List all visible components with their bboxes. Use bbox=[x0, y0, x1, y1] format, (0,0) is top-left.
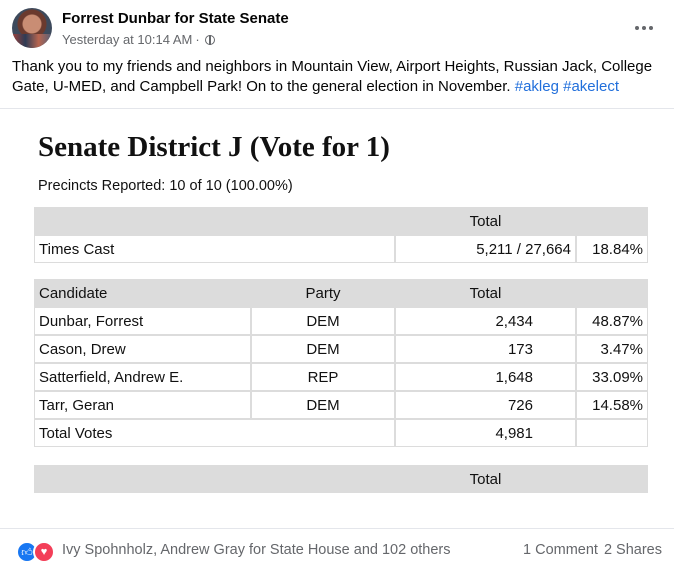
love-icon[interactable]: ♥ bbox=[33, 541, 55, 563]
hashtag-akleg[interactable]: #akleg bbox=[515, 78, 559, 95]
total-votes-value: 4,981 bbox=[395, 419, 576, 447]
total-votes-label: Total Votes bbox=[34, 419, 395, 447]
bottom-total-header: Total bbox=[395, 465, 576, 493]
globe-icon[interactable] bbox=[204, 34, 215, 45]
candidate-party: DEM bbox=[251, 335, 395, 363]
engagement-counts: 1 Comment 2 Shares bbox=[523, 542, 662, 558]
results-title: Senate District J (Vote for 1) bbox=[38, 131, 390, 163]
times-cast-row: Times Cast 5,211 / 27,664 18.84% bbox=[34, 235, 648, 263]
post-text: Thank you to my friends and neighbors in… bbox=[12, 57, 662, 97]
party-header: Party bbox=[251, 279, 395, 307]
times-cast-header-row: Total bbox=[34, 207, 648, 235]
meta-separator: · bbox=[195, 32, 200, 47]
post-header: Forrest Dunbar for State Senate Yesterda… bbox=[12, 8, 662, 52]
candidate-total: 726 bbox=[395, 391, 576, 419]
candidate-name: Cason, Drew bbox=[34, 335, 251, 363]
candidate-percent: 3.47% bbox=[576, 335, 648, 363]
table-row: Cason, Drew DEM 173 3.47% bbox=[34, 335, 648, 363]
candidate-party: DEM bbox=[251, 391, 395, 419]
candidates-table: Candidate Party Total Dunbar, Forrest DE… bbox=[34, 279, 648, 447]
times-cast-total-header: Total bbox=[395, 207, 576, 235]
candidate-party: DEM bbox=[251, 307, 395, 335]
total-header: Total bbox=[395, 279, 576, 307]
table-row: Satterfield, Andrew E. REP 1,648 33.09% bbox=[34, 363, 648, 391]
candidates-header-row: Candidate Party Total bbox=[34, 279, 648, 307]
candidate-party: REP bbox=[251, 363, 395, 391]
total-votes-row: Total Votes 4,981 bbox=[34, 419, 648, 447]
candidate-total: 173 bbox=[395, 335, 576, 363]
times-cast-value: 5,211 / 27,664 bbox=[395, 235, 576, 263]
reaction-names[interactable]: Ivy Spohnholz, Andrew Gray for State Hou… bbox=[62, 542, 451, 558]
bottom-table: Total bbox=[34, 465, 648, 493]
candidate-name: Satterfield, Andrew E. bbox=[34, 363, 251, 391]
share-count[interactable]: 2 Shares bbox=[604, 542, 662, 558]
post-timestamp[interactable]: Yesterday at 10:14 AM bbox=[62, 32, 192, 47]
precincts-reported: Precincts Reported: 10 of 10 (100.00%) bbox=[38, 178, 293, 194]
author-name[interactable]: Forrest Dunbar for State Senate bbox=[62, 10, 289, 27]
times-cast-percent: 18.84% bbox=[576, 235, 648, 263]
post-meta: Yesterday at 10:14 AM · bbox=[62, 32, 215, 47]
bottom-header-row: Total bbox=[34, 465, 648, 493]
comment-count[interactable]: 1 Comment bbox=[523, 542, 598, 558]
table-row: Dunbar, Forrest DEM 2,434 48.87% bbox=[34, 307, 648, 335]
more-options-icon[interactable] bbox=[626, 10, 662, 46]
author-avatar[interactable] bbox=[12, 8, 52, 48]
times-cast-label: Times Cast bbox=[34, 235, 395, 263]
candidate-header: Candidate bbox=[34, 279, 251, 307]
table-row: Tarr, Geran DEM 726 14.58% bbox=[34, 391, 648, 419]
times-cast-table: Total Times Cast 5,211 / 27,664 18.84% bbox=[34, 207, 648, 263]
hashtag-akelect[interactable]: #akelect bbox=[563, 78, 619, 95]
reaction-icons[interactable]: 👍︎ ♥ bbox=[16, 541, 55, 563]
candidate-total: 1,648 bbox=[395, 363, 576, 391]
candidate-name: Tarr, Geran bbox=[34, 391, 251, 419]
candidate-total: 2,434 bbox=[395, 307, 576, 335]
post-footer: 👍︎ ♥ Ivy Spohnholz, Andrew Gray for Stat… bbox=[0, 528, 674, 565]
candidate-percent: 48.87% bbox=[576, 307, 648, 335]
post-image[interactable]: Senate District J (Vote for 1) Precincts… bbox=[0, 108, 674, 519]
candidate-percent: 14.58% bbox=[576, 391, 648, 419]
candidate-percent: 33.09% bbox=[576, 363, 648, 391]
candidate-name: Dunbar, Forrest bbox=[34, 307, 251, 335]
